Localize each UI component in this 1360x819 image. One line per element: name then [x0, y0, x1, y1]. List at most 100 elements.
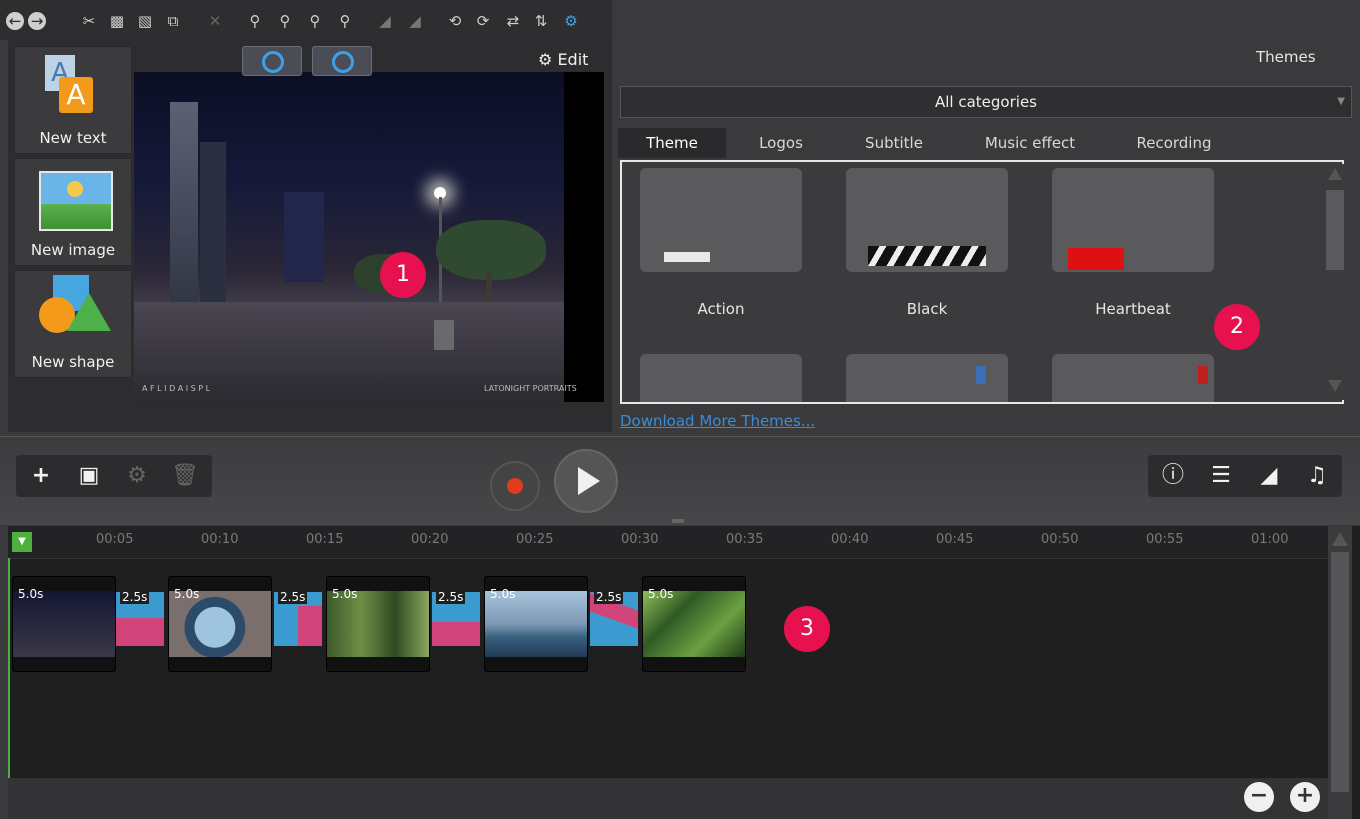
- timeline-ruler[interactable]: ▼ 00:05 00:10 00:15 00:20 00:25 00:30 00…: [8, 526, 1328, 559]
- timeline-clip[interactable]: 5.0s: [642, 576, 746, 672]
- zoom-fit-icon[interactable]: ⚲: [246, 12, 264, 30]
- new-shape-label: New shape: [31, 353, 115, 371]
- clipboard-icon[interactable]: ▩: [108, 12, 126, 30]
- chevron-down-icon: ▼: [1337, 96, 1345, 107]
- new-shape-button[interactable]: New shape: [14, 270, 132, 378]
- tree-canopy: [436, 220, 546, 280]
- tower-shape: [170, 102, 198, 302]
- scroll-up-icon[interactable]: [1328, 168, 1342, 180]
- align-icon[interactable]: ☰: [1200, 455, 1242, 497]
- splitter-handle[interactable]: [672, 519, 684, 523]
- settings-gear-icon[interactable]: ⚙: [562, 12, 580, 30]
- trash-icon[interactable]: 🗑: [164, 455, 206, 497]
- theme-thumb-5[interactable]: [846, 354, 1008, 402]
- tab-logos[interactable]: Logos: [726, 128, 836, 158]
- theme-scrollbar[interactable]: [1324, 164, 1346, 400]
- transition-duration: 2.5s: [594, 592, 624, 604]
- ruler-tick: 00:50: [1041, 532, 1079, 547]
- scroll-thumb[interactable]: [1326, 190, 1344, 270]
- ruler-tick: 00:10: [201, 532, 239, 547]
- video-preview[interactable]: A F L I D A I S P L LATONIGHT PORTRAITS: [134, 72, 604, 402]
- cut-icon[interactable]: ✂: [80, 12, 98, 30]
- clip-duration: 5.0s: [648, 587, 674, 601]
- record-button[interactable]: [490, 461, 540, 511]
- play-button[interactable]: [554, 449, 618, 513]
- transition-icon[interactable]: ◢: [1248, 455, 1290, 497]
- timeline-clip[interactable]: 5.0s: [484, 576, 588, 672]
- theme-thumb-action[interactable]: [640, 168, 802, 272]
- timeline-transition[interactable]: 2.5s: [116, 592, 164, 646]
- tab-theme[interactable]: Theme: [618, 128, 726, 158]
- back-icon[interactable]: ←: [6, 12, 24, 30]
- new-text-label: New text: [39, 129, 107, 147]
- rotate-left-icon: [262, 51, 284, 73]
- paste-icon[interactable]: ▧: [136, 12, 154, 30]
- copy-icon[interactable]: ⧉: [164, 12, 182, 30]
- zoom-out-icon[interactable]: ⚲: [306, 12, 324, 30]
- clip-duration: 5.0s: [490, 587, 516, 601]
- zoom-reset-icon[interactable]: ⚲: [336, 12, 354, 30]
- zoom-in-button[interactable]: +: [1290, 782, 1320, 812]
- theme-thumb-4[interactable]: [640, 354, 802, 402]
- crop-icon[interactable]: ◢: [406, 12, 424, 30]
- transition-duration: 2.5s: [436, 592, 466, 604]
- timeline-clip[interactable]: 5.0s: [326, 576, 430, 672]
- scroll-up-icon[interactable]: [1332, 532, 1348, 546]
- ruler-tick: 00:55: [1146, 532, 1184, 547]
- rotate-left-icon[interactable]: ⟲: [446, 12, 464, 30]
- edit-button[interactable]: ⚙ Edit: [538, 50, 588, 69]
- ruler-tick: 00:15: [306, 532, 344, 547]
- zoom-out-button[interactable]: −: [1244, 782, 1274, 812]
- ruler-tick: 00:20: [411, 532, 449, 547]
- clip-actions-group: + ▣ ⚙ 🗑: [16, 455, 212, 497]
- flip-horizontal-icon[interactable]: ⇄: [504, 12, 522, 30]
- timeline-transition[interactable]: 2.5s: [432, 592, 480, 646]
- ruler-tick: 00:35: [726, 532, 764, 547]
- ruler-tick: 00:30: [621, 532, 659, 547]
- logo-graphic: [1198, 366, 1208, 384]
- rotate-right-button[interactable]: [312, 46, 372, 76]
- playhead[interactable]: [8, 558, 10, 778]
- zoom-in-icon[interactable]: ⚲: [276, 12, 294, 30]
- download-more-themes-link[interactable]: Download More Themes...: [620, 412, 815, 430]
- transition-duration: 2.5s: [120, 592, 150, 604]
- category-value: All categories: [935, 93, 1037, 111]
- themes-title: Themes: [1256, 48, 1316, 66]
- add-icon[interactable]: +: [20, 455, 62, 497]
- split-icon[interactable]: ◢: [376, 12, 394, 30]
- category-dropdown[interactable]: All categories ▼: [620, 86, 1352, 118]
- clip-settings-icon[interactable]: ⚙: [116, 455, 158, 497]
- tower-shape-2: [200, 142, 226, 302]
- tab-recording[interactable]: Recording: [1106, 128, 1242, 158]
- timeline-clip[interactable]: 5.0s: [168, 576, 272, 672]
- theme-thumb-heartbeat[interactable]: [1052, 168, 1214, 272]
- forward-icon[interactable]: →: [28, 12, 46, 30]
- new-image-label: New image: [30, 241, 116, 259]
- tab-music-effect[interactable]: Music effect: [958, 128, 1102, 158]
- flip-vertical-icon[interactable]: ⇅: [532, 12, 550, 30]
- scroll-down-icon[interactable]: [1328, 380, 1342, 392]
- new-image-button[interactable]: New image: [14, 158, 132, 266]
- new-text-button[interactable]: A A New text: [14, 46, 132, 154]
- theme-thumb-6[interactable]: [1052, 354, 1214, 402]
- scroll-thumb[interactable]: [1331, 552, 1349, 792]
- add-media-icon[interactable]: ▣: [68, 455, 110, 497]
- rotate-left-button[interactable]: [242, 46, 302, 76]
- gear-icon: ⚙: [538, 50, 553, 69]
- timeline-clip[interactable]: 5.0s: [12, 576, 116, 672]
- record-icon: [507, 478, 523, 494]
- delete-icon[interactable]: ✕: [206, 12, 224, 30]
- info-icon[interactable]: ⓘ: [1152, 455, 1194, 497]
- timeline-marker-icon[interactable]: ▼: [12, 532, 32, 552]
- timeline-transition[interactable]: 2.5s: [274, 592, 322, 646]
- timeline-transition[interactable]: 2.5s: [590, 592, 638, 646]
- timeline-scrollbar[interactable]: [1328, 526, 1352, 819]
- themes-panel: Themes All categories ▼ Theme Logos Subt…: [612, 40, 1360, 436]
- distant-building: [284, 192, 324, 282]
- text-a-orange-icon: A: [59, 77, 93, 113]
- music-icon[interactable]: ♫: [1296, 455, 1338, 497]
- tab-subtitle[interactable]: Subtitle: [838, 128, 950, 158]
- theme-thumb-black[interactable]: [846, 168, 1008, 272]
- heartbeat-graphic: [1068, 248, 1124, 270]
- rotate-right-icon[interactable]: ⟳: [474, 12, 492, 30]
